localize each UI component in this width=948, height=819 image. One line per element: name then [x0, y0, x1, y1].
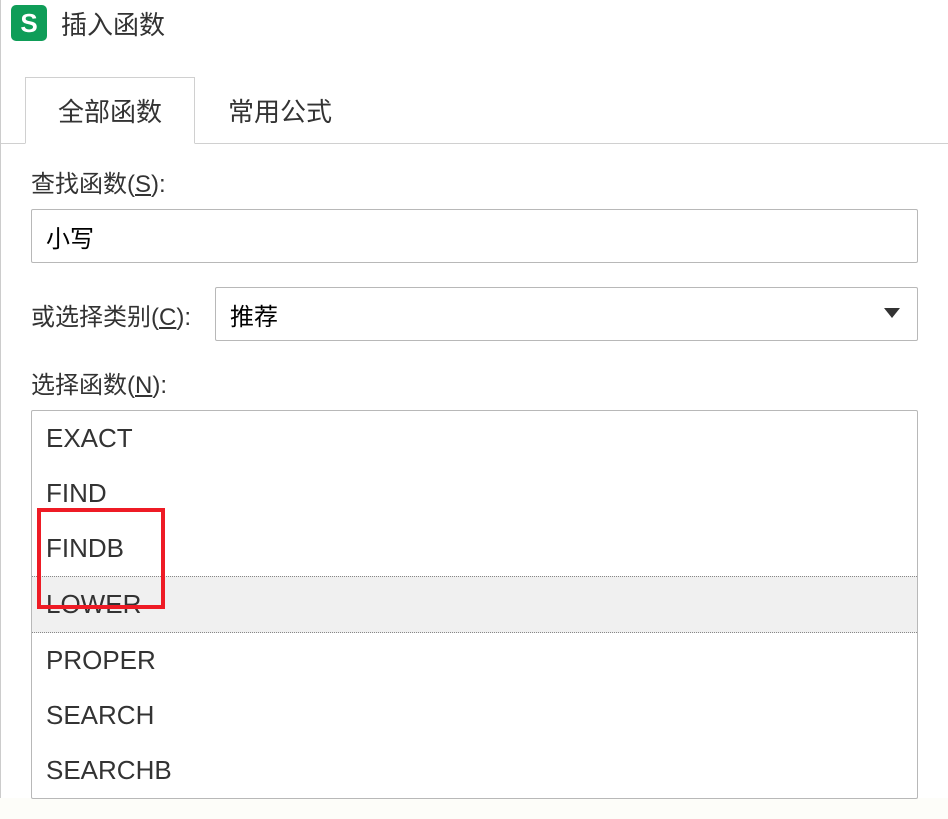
- category-select-box[interactable]: [215, 287, 918, 341]
- search-label: 查找函数(S):: [31, 164, 918, 199]
- function-select-label: 选择函数(N):: [31, 365, 918, 400]
- category-row: 或选择类别(C):: [31, 287, 918, 341]
- function-item-proper[interactable]: PROPER: [32, 633, 917, 688]
- title-bar: S 插入函数: [1, 0, 948, 46]
- app-icon-letter: S: [20, 8, 37, 39]
- function-list[interactable]: EXACTFINDFINDBLOWERPROPERSEARCHSEARCHB: [31, 410, 918, 799]
- tabs-bar: 全部函数 常用公式: [1, 76, 948, 144]
- tab-common-formulas-label: 常用公式: [228, 97, 332, 127]
- dialog-content: 查找函数(S): 或选择类别(C): 选择函数(N): EXACTFINDFIN…: [1, 144, 948, 819]
- chevron-down-icon: [884, 305, 900, 323]
- function-item-exact[interactable]: EXACT: [32, 411, 917, 466]
- search-input[interactable]: [31, 209, 918, 263]
- tab-common-formulas[interactable]: 常用公式: [195, 77, 365, 144]
- dialog-title: 插入函数: [61, 5, 165, 42]
- function-item-search[interactable]: SEARCH: [32, 688, 917, 743]
- function-item-lower[interactable]: LOWER: [32, 576, 917, 633]
- function-item-find[interactable]: FIND: [32, 466, 917, 521]
- category-select[interactable]: [215, 287, 918, 341]
- function-item-searchb[interactable]: SEARCHB: [32, 743, 917, 798]
- insert-function-dialog: S 插入函数 全部函数 常用公式 查找函数(S): 或选择类别(C):: [0, 0, 948, 798]
- tab-all-functions-label: 全部函数: [58, 97, 162, 127]
- category-label: 或选择类别(C):: [31, 297, 191, 332]
- function-item-findb[interactable]: FINDB: [32, 521, 917, 576]
- app-icon: S: [11, 5, 47, 41]
- tab-all-functions[interactable]: 全部函数: [25, 77, 195, 144]
